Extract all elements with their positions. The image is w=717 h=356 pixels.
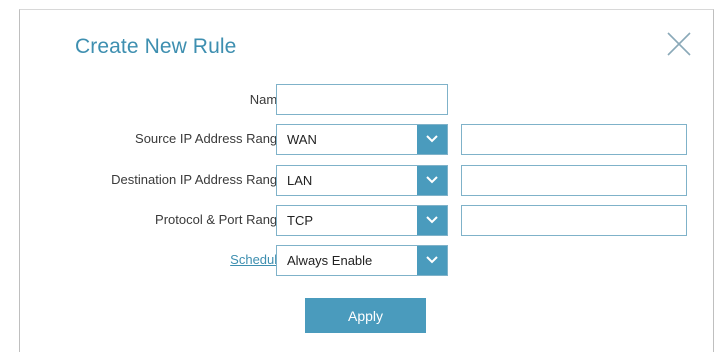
source-ip-select[interactable]: WAN	[276, 124, 448, 155]
schedule-select[interactable]: Always Enable	[276, 245, 448, 276]
protocol-selected-value: TCP	[287, 213, 313, 228]
source-ip-selected-value: WAN	[287, 132, 317, 147]
destination-ip-range-input[interactable]	[461, 165, 687, 196]
chevron-down-icon[interactable]	[417, 166, 447, 195]
page: Create New Rule Name: Source IP Address …	[0, 0, 717, 356]
chevron-down-icon[interactable]	[417, 246, 447, 275]
protocol-port-label: Protocol & Port Range:	[155, 212, 288, 227]
destination-ip-label: Destination IP Address Range:	[111, 172, 288, 187]
destination-ip-selected-value: LAN	[287, 173, 313, 188]
apply-button[interactable]: Apply	[305, 298, 426, 333]
chevron-down-icon[interactable]	[417, 125, 447, 154]
create-rule-dialog: Create New Rule Name: Source IP Address …	[19, 9, 714, 352]
protocol-select[interactable]: TCP	[276, 205, 448, 236]
schedule-selected-value: Always Enable	[287, 253, 373, 268]
destination-ip-select[interactable]: LAN	[276, 165, 448, 196]
source-ip-range-input[interactable]	[461, 124, 687, 155]
name-input[interactable]	[276, 84, 448, 115]
source-ip-label: Source IP Address Range:	[135, 131, 288, 146]
chevron-down-icon[interactable]	[417, 206, 447, 235]
port-range-input[interactable]	[461, 205, 687, 236]
dialog-title: Create New Rule	[75, 35, 237, 58]
close-icon[interactable]	[665, 30, 693, 58]
